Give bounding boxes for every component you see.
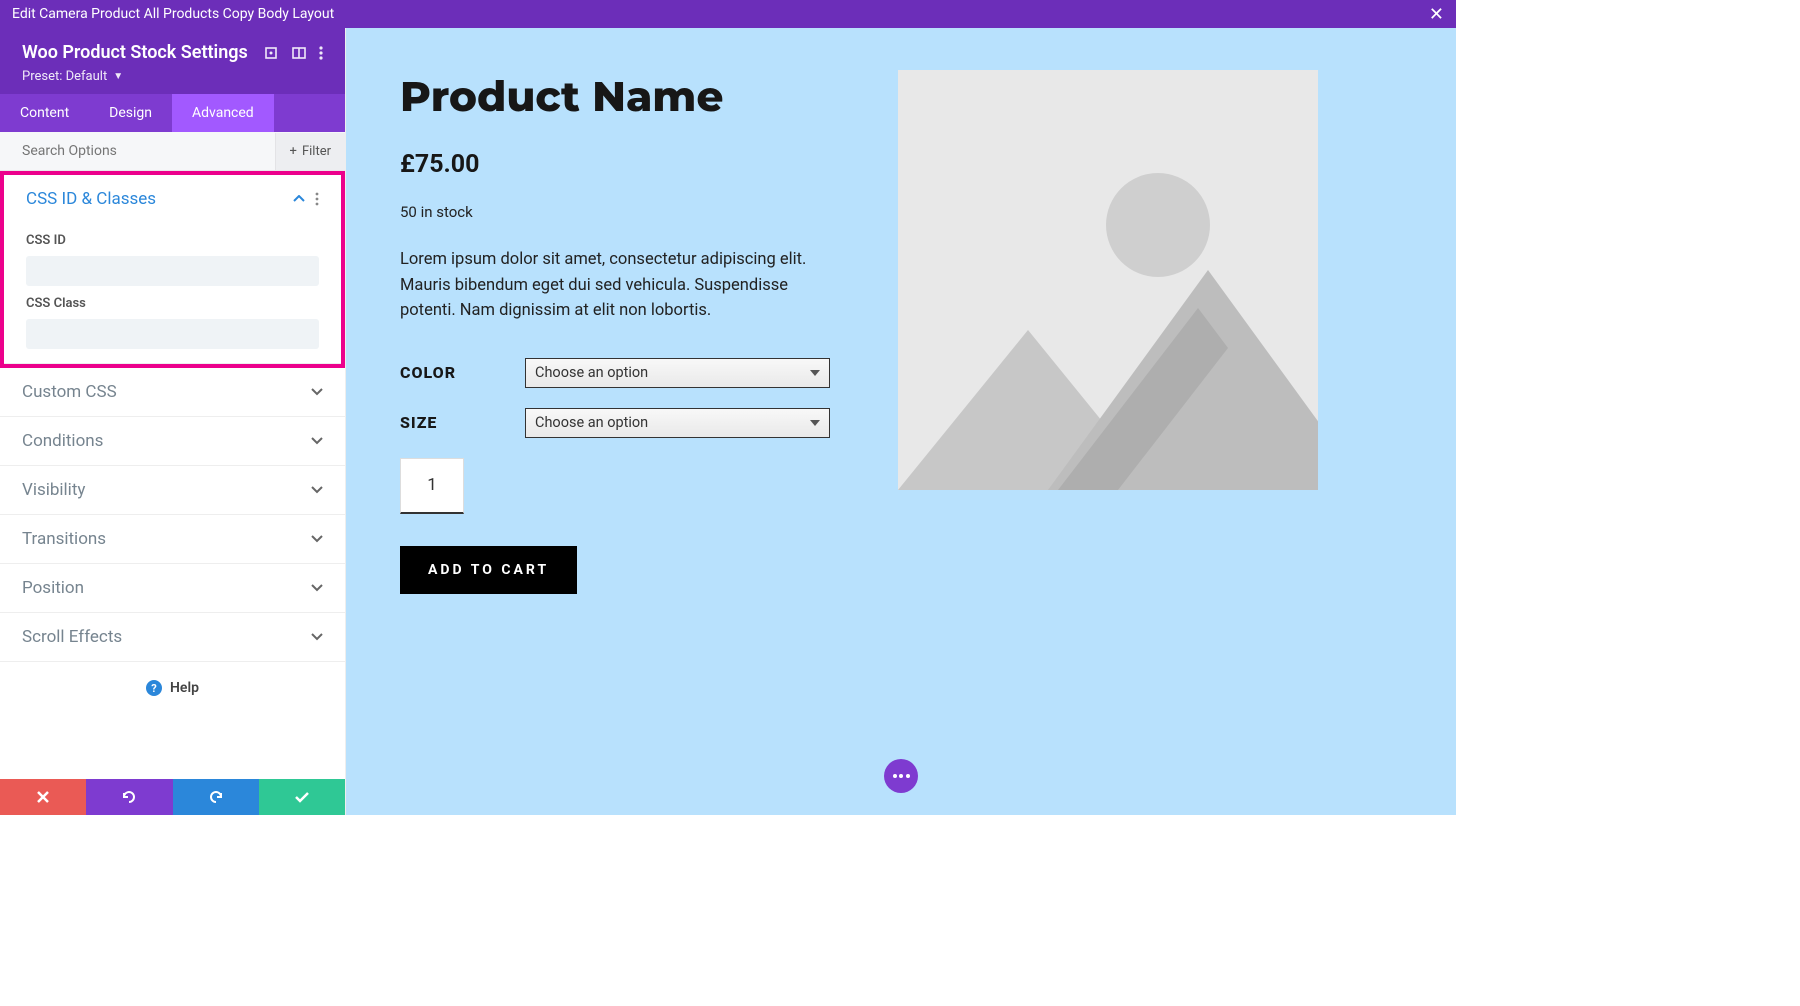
fab-menu-button[interactable] [884,759,918,793]
quantity-input[interactable]: 1 [400,458,464,514]
product-description: Lorem ipsum dolor sit amet, consectetur … [400,247,830,324]
top-bar: Edit Camera Product All Products Copy Bo… [0,0,1456,28]
product-image-placeholder [898,70,1318,490]
search-input[interactable] [0,132,275,170]
section-visibility[interactable]: Visibility [0,466,345,514]
product-title: Product Name [400,70,830,122]
css-id-label: CSS ID [26,233,319,248]
css-id-input[interactable] [26,256,319,286]
chevron-down-icon: ▼ [113,71,123,82]
tab-content[interactable]: Content [0,94,89,132]
chevron-down-icon [810,370,820,376]
dots-icon [893,774,910,778]
section-position[interactable]: Position [0,564,345,612]
plus-icon: + [290,144,297,159]
section-conditions[interactable]: Conditions [0,417,345,465]
chevron-down-icon [311,486,323,494]
tab-design[interactable]: Design [89,94,172,132]
chevron-down-icon [311,437,323,445]
add-to-cart-button[interactable]: ADD TO CART [400,546,577,594]
fullscreen-icon[interactable] [263,45,279,61]
chevron-down-icon [311,388,323,396]
section-custom-css[interactable]: Custom CSS [0,368,345,416]
action-bar [0,779,345,815]
chevron-up-icon [293,195,305,203]
product-stock: 50 in stock [400,203,830,221]
product-price: £75.00 [400,150,830,179]
more-icon[interactable] [319,45,323,61]
save-button[interactable] [259,779,345,815]
chevron-down-icon [311,535,323,543]
sidebar-header: Woo Product Stock Settings Preset: Defau… [0,28,345,94]
top-bar-title: Edit Camera Product All Products Copy Bo… [12,6,334,22]
chevron-down-icon [810,420,820,426]
section-transitions[interactable]: Transitions [0,515,345,563]
help-icon: ? [146,680,162,696]
tab-advanced[interactable]: Advanced [172,94,274,132]
undo-button[interactable] [86,779,172,815]
canvas: Product Name £75.00 50 in stock Lorem ip… [346,28,1456,815]
redo-button[interactable] [173,779,259,815]
sidebar: Woo Product Stock Settings Preset: Defau… [0,28,346,815]
css-class-input[interactable] [26,319,319,349]
help-link[interactable]: ? Help [0,662,345,714]
section-css-id-classes[interactable]: CSS ID & Classes [4,175,341,223]
size-select[interactable]: Choose an option [525,408,830,438]
tabs: Content Design Advanced [0,94,345,132]
close-icon[interactable]: ✕ [1429,4,1444,25]
filter-button[interactable]: + Filter [275,133,345,170]
size-label: SIZE [400,413,525,432]
chevron-down-icon [311,584,323,592]
search-row: + Filter [0,132,345,171]
section-scroll-effects[interactable]: Scroll Effects [0,613,345,661]
discard-button[interactable] [0,779,86,815]
panel-icon[interactable] [291,45,307,61]
module-title: Woo Product Stock Settings [22,42,251,63]
preset-selector[interactable]: Preset: Default ▼ [22,69,323,84]
css-class-label: CSS Class [26,296,319,311]
highlighted-section: CSS ID & Classes CSS ID CSS Class [0,171,345,368]
color-label: COLOR [400,363,525,382]
chevron-down-icon [311,633,323,641]
color-select[interactable]: Choose an option [525,358,830,388]
section-more-icon[interactable] [315,192,319,206]
